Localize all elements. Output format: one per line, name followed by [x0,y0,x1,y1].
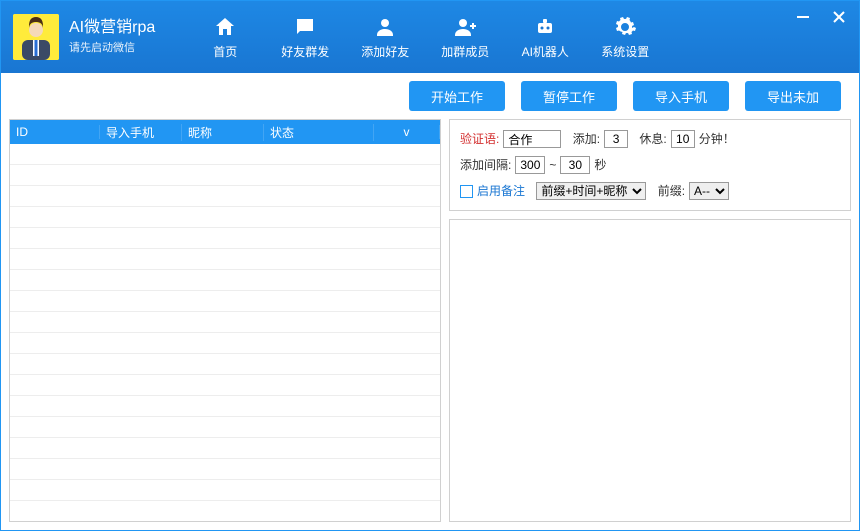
table-row [10,270,440,291]
table-row [10,186,440,207]
verify-input[interactable] [503,130,561,148]
table-row [10,459,440,480]
home-icon [213,15,237,39]
table-row [10,165,440,186]
nav-label: AI机器人 [522,43,569,60]
nav-add-friend[interactable]: 添加好友 [345,1,425,73]
nav-ai-bot[interactable]: AI机器人 [505,1,585,73]
table-row [10,375,440,396]
table-header: ID 导入手机 昵称 状态 v [10,120,440,144]
nav-label: 加群成员 [441,43,489,60]
minimize-icon [796,10,810,24]
table-row [10,291,440,312]
table-row [10,207,440,228]
robot-icon [533,15,557,39]
col-phone[interactable]: 导入手机 [100,124,182,141]
close-button[interactable] [829,7,849,27]
table-row [10,228,440,249]
avatar [13,14,59,60]
export-unadded-button[interactable]: 导出未加 [745,81,841,111]
import-phone-button[interactable]: 导入手机 [633,81,729,111]
nav-bar: 首页 好友群发 添加好友 加群成员 AI机器人 系统设置 [185,1,665,73]
col-nick[interactable]: 昵称 [182,124,264,141]
log-output[interactable] [449,219,851,522]
person-add-icon [453,15,477,39]
table-row [10,480,440,501]
action-bar: 开始工作 暂停工作 导入手机 导出未加 [1,73,859,119]
nav-group-send[interactable]: 好友群发 [265,1,345,73]
table-row [10,312,440,333]
rest-label: 休息: [639,128,666,150]
title-bar: AI微营销rpa 请先启动微信 首页 好友群发 添加好友 加群成员 AI机器人 … [1,1,859,73]
person-icon [373,15,397,39]
col-v[interactable]: v [374,125,440,139]
rest-suffix: 分钟！ [699,128,735,150]
remark-mode-select[interactable]: 前缀+时间+昵称 [536,182,646,200]
pause-button[interactable]: 暂停工作 [521,81,617,111]
data-table: ID 导入手机 昵称 状态 v [9,119,441,522]
interval-from-input[interactable] [515,156,545,174]
prefix-label: 前缀: [658,180,685,202]
start-button[interactable]: 开始工作 [409,81,505,111]
chat-icon [293,15,317,39]
nav-label: 添加好友 [361,43,409,60]
nav-label: 好友群发 [281,43,329,60]
nav-settings[interactable]: 系统设置 [585,1,665,73]
add-label: 添加: [573,128,600,150]
enable-remark-checkbox[interactable] [460,185,473,198]
table-row [10,333,440,354]
window-controls [793,7,849,27]
interval-sep: ~ [549,154,556,176]
config-panel: 验证语: 添加: 休息: 分钟！ 添加间隔: ~ 秒 启用备注 [449,119,851,211]
nav-label: 首页 [213,43,237,60]
interval-label: 添加间隔: [460,154,511,176]
gear-icon [613,15,637,39]
table-row [10,417,440,438]
main-area: ID 导入手机 昵称 状态 v [1,119,859,530]
prefix-select[interactable]: A-- [689,182,729,200]
nav-add-group-member[interactable]: 加群成员 [425,1,505,73]
app-identity: AI微营销rpa 请先启动微信 [1,14,155,60]
verify-label: 验证语: [460,128,499,150]
enable-remark-label: 启用备注 [477,180,525,202]
table-row [10,396,440,417]
close-icon [832,10,846,24]
nav-home[interactable]: 首页 [185,1,265,73]
table-row [10,249,440,270]
table-row [10,144,440,165]
right-panel: 验证语: 添加: 休息: 分钟！ 添加间隔: ~ 秒 启用备注 [449,119,851,522]
interval-to-input[interactable] [560,156,590,174]
interval-suffix: 秒 [594,154,606,176]
app-title: AI微营销rpa [69,18,155,38]
app-subtitle: 请先启动微信 [69,40,155,56]
add-count-input[interactable] [604,130,628,148]
table-row [10,438,440,459]
col-status[interactable]: 状态 [264,124,374,141]
rest-minutes-input[interactable] [671,130,695,148]
col-id[interactable]: ID [10,125,100,139]
table-body[interactable] [10,144,440,521]
nav-label: 系统设置 [601,43,649,60]
minimize-button[interactable] [793,7,813,27]
table-row [10,354,440,375]
